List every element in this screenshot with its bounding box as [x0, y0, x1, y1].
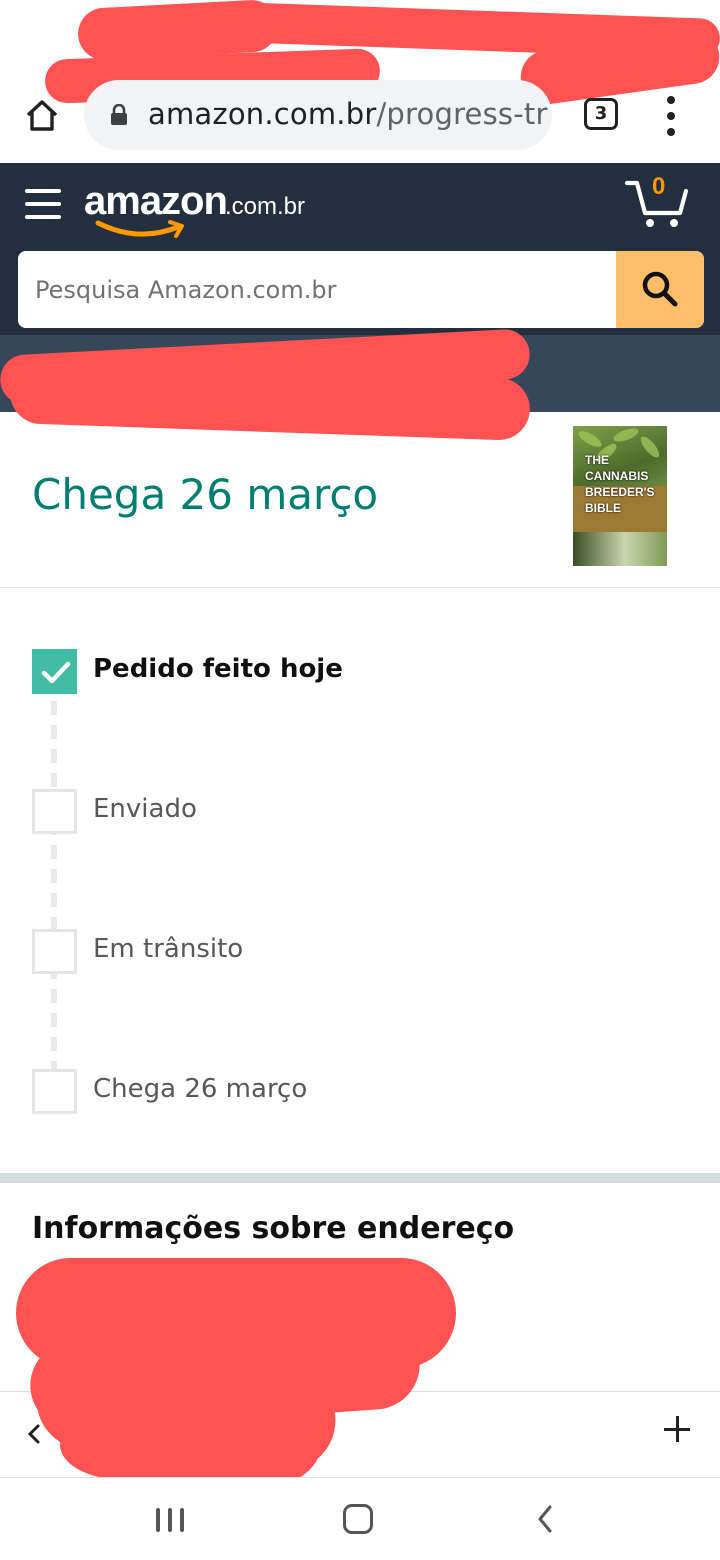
- empty-checkbox-icon: [32, 1069, 77, 1114]
- tracking-step-in-transit: Em trânsito: [32, 929, 672, 975]
- cart-count: 0: [652, 173, 666, 200]
- empty-checkbox-icon: [32, 789, 77, 834]
- product-image-title: THE CANNABIS BREEDER'S BIBLE: [585, 453, 655, 515]
- home-icon[interactable]: [22, 96, 62, 136]
- product-image[interactable]: THE CANNABIS BREEDER'S BIBLE: [573, 426, 667, 566]
- delivery-summary: Chega 26 março THE CANNABIS BREEDER'S BI…: [0, 412, 720, 588]
- hamburger-menu-icon[interactable]: [25, 187, 61, 221]
- logo-smile-icon: [95, 220, 184, 238]
- tracking-step-ordered: Pedido feito hoje: [32, 649, 672, 695]
- tracking-step-label: Chega 26 março: [93, 1074, 308, 1104]
- arrival-date-title: Chega 26 março: [32, 470, 379, 519]
- site-header: amazon .com.br 0: [0, 163, 720, 335]
- system-home-icon[interactable]: [343, 1504, 373, 1534]
- search-icon: [642, 271, 678, 307]
- tracking-step-label: Em trânsito: [93, 934, 244, 964]
- tracking-step-arrival: Chega 26 março: [32, 1069, 672, 1115]
- tracking-progress: Pedido feito hoje Enviado Em trânsito Ch…: [0, 589, 720, 1173]
- overflow-menu-icon[interactable]: [662, 96, 680, 136]
- search-input[interactable]: [18, 251, 616, 328]
- recents-icon[interactable]: [156, 1508, 186, 1532]
- empty-checkbox-icon: [32, 929, 77, 974]
- url-domain: amazon.com.br: [148, 97, 377, 131]
- url-text: amazon.com.br/progress-tra: [148, 97, 548, 133]
- section-divider: [0, 1173, 720, 1183]
- tracking-step-label: Pedido feito hoje: [93, 654, 343, 684]
- search-bar: [18, 251, 704, 328]
- redaction-mark: [60, 1410, 190, 1480]
- search-button[interactable]: [616, 251, 704, 328]
- browser-chrome: amazon.com.br/progress-tra 3: [0, 0, 720, 163]
- address-bar[interactable]: amazon.com.br/progress-tra: [84, 80, 552, 150]
- url-path: /progress-tra: [376, 97, 548, 131]
- tab-switcher-button[interactable]: 3: [584, 98, 618, 130]
- tracking-step-shipped: Enviado: [32, 789, 672, 835]
- address-section-title: Informações sobre endereço: [32, 1211, 515, 1246]
- amazon-logo[interactable]: amazon .com.br: [84, 179, 324, 239]
- plus-icon[interactable]: [662, 1414, 694, 1446]
- progress-rail: [51, 701, 57, 1069]
- tracking-step-label: Enviado: [93, 794, 197, 824]
- lock-icon: [111, 104, 127, 125]
- logo-tld: .com.br: [225, 193, 306, 220]
- system-navigation-bar: [0, 1477, 720, 1560]
- back-icon[interactable]: [535, 1504, 555, 1534]
- check-icon: [32, 649, 77, 694]
- back-chevron-icon[interactable]: [24, 1422, 44, 1446]
